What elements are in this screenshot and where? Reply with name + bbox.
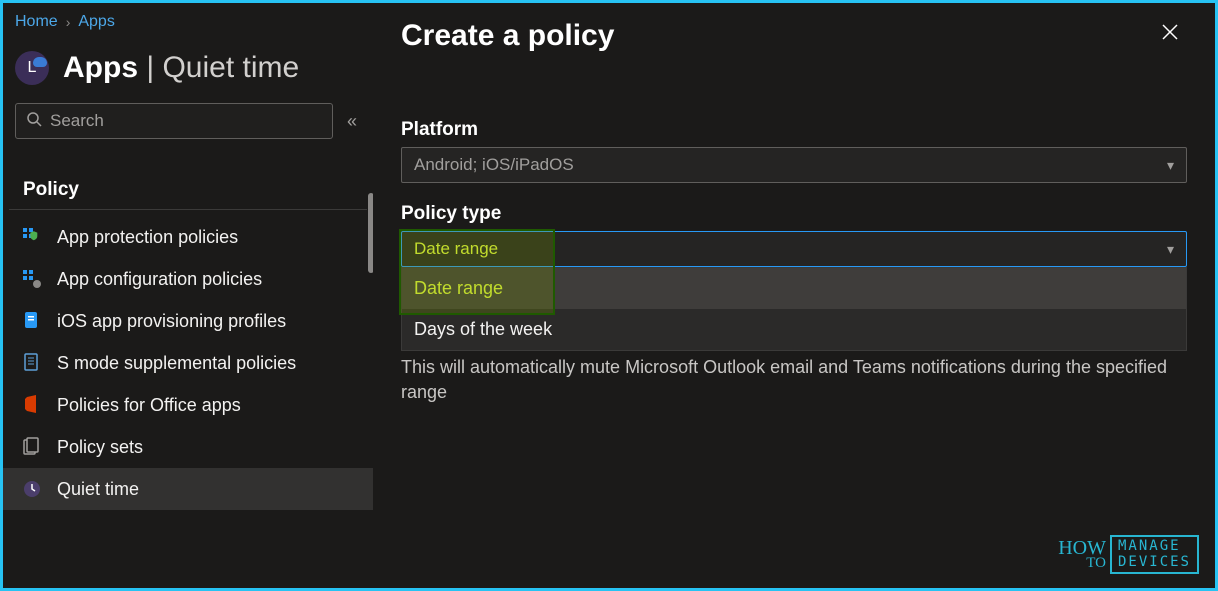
- page-title: Apps | Quiet time: [63, 51, 299, 85]
- watermark: HOW TO MANAGE DEVICES: [1058, 535, 1199, 574]
- nav-app-configuration[interactable]: App configuration policies: [3, 258, 373, 300]
- nav-policy-sets[interactable]: Policy sets: [3, 426, 373, 468]
- nav-label: App protection policies: [57, 227, 238, 248]
- nav-label: App configuration policies: [57, 269, 262, 290]
- policy-type-select[interactable]: Date range ▾: [401, 231, 1187, 267]
- dropdown-option-date-range[interactable]: Date range: [402, 268, 1186, 309]
- avatar-letter: L: [28, 59, 37, 77]
- document-icon: [21, 310, 43, 332]
- gear-grid-icon: [21, 268, 43, 290]
- nav-label: Policies for Office apps: [57, 395, 241, 416]
- collapse-sidebar-icon[interactable]: «: [343, 111, 361, 132]
- create-policy-pane: Create a policy Platform Android; iOS/iP…: [373, 3, 1215, 588]
- dropdown-option-days-of-week[interactable]: Days of the week: [402, 309, 1186, 350]
- nav-app-protection[interactable]: App protection policies: [3, 216, 373, 258]
- policy-type-value: Date range: [414, 239, 498, 259]
- close-icon: [1161, 23, 1179, 41]
- pane-title: Create a policy: [401, 19, 614, 53]
- nav-list: App protection policies App configuratio…: [3, 210, 373, 516]
- policy-sets-icon: [21, 436, 43, 458]
- breadcrumb-apps[interactable]: Apps: [78, 13, 114, 31]
- policy-type-dropdown: Date range Days of the week: [401, 267, 1187, 351]
- breadcrumb: Home › Apps: [3, 11, 373, 37]
- search-box[interactable]: [15, 103, 333, 139]
- nav-label: iOS app provisioning profiles: [57, 311, 286, 332]
- policy-doc-icon: [21, 352, 43, 374]
- breadcrumb-home[interactable]: Home: [15, 13, 58, 31]
- section-header-policy: Policy: [9, 149, 367, 210]
- page-title-row: L Apps | Quiet time: [3, 37, 373, 103]
- avatar: L: [15, 51, 49, 85]
- platform-select[interactable]: Android; iOS/iPadOS ▾: [401, 147, 1187, 183]
- chevron-down-icon: ▾: [1167, 241, 1174, 258]
- platform-label: Platform: [401, 119, 1187, 141]
- close-button[interactable]: [1153, 19, 1187, 51]
- nav-quiet-time[interactable]: Quiet time: [3, 468, 373, 510]
- nav-s-mode[interactable]: S mode supplemental policies: [3, 342, 373, 384]
- search-input[interactable]: [50, 111, 322, 131]
- nav-office-policies[interactable]: Policies for Office apps: [3, 384, 373, 426]
- office-icon: [21, 394, 43, 416]
- search-icon: [26, 111, 42, 132]
- shield-grid-icon: [21, 226, 43, 248]
- chevron-down-icon: ▾: [1167, 157, 1174, 174]
- nav-ios-provisioning[interactable]: iOS app provisioning profiles: [3, 300, 373, 342]
- nav-label: Policy sets: [57, 437, 143, 458]
- quiet-time-icon: [21, 478, 43, 500]
- nav-label: Quiet time: [57, 479, 139, 500]
- chevron-right-icon: ›: [66, 14, 71, 30]
- sidebar: Home › Apps L Apps | Quiet time « Policy: [3, 3, 373, 588]
- policy-type-label: Policy type: [401, 203, 1187, 225]
- policy-description: This will automatically mute Microsoft O…: [401, 355, 1187, 405]
- platform-value: Android; iOS/iPadOS: [414, 155, 574, 175]
- nav-label: S mode supplemental policies: [57, 353, 296, 374]
